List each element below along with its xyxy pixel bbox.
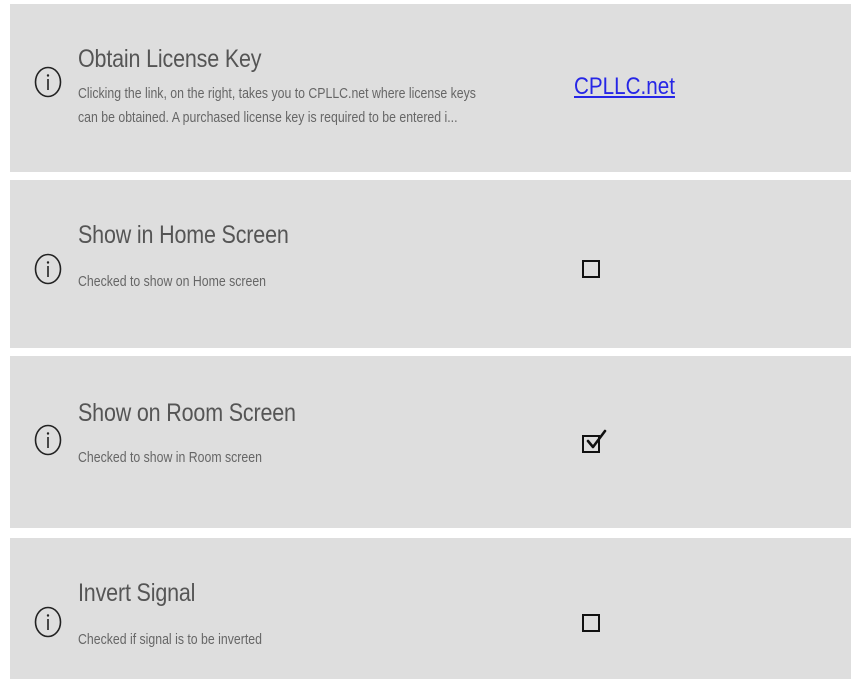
setting-row-show-room: Show on Room Screen Checked to show in R… (10, 356, 851, 528)
setting-row-license-key: Obtain License Key Clicking the link, on… (10, 4, 851, 172)
invert-signal-checkbox[interactable] (582, 614, 600, 632)
setting-text: Invert Signal Checked if signal is to be… (78, 578, 558, 652)
setting-text: Obtain License Key Clicking the link, on… (78, 44, 558, 130)
setting-description: Checked if signal is to be inverted (78, 631, 262, 648)
setting-title: Invert Signal (78, 579, 196, 607)
checkmark-icon (586, 429, 607, 449)
setting-text: Show in Home Screen Checked to show on H… (78, 220, 558, 294)
setting-title: Obtain License Key (78, 45, 262, 73)
setting-row-show-home: Show in Home Screen Checked to show on H… (10, 180, 851, 348)
setting-description-line1: Clicking the link, on the right, takes y… (78, 85, 476, 102)
info-circle-icon[interactable] (34, 66, 62, 98)
info-circle-icon[interactable] (34, 424, 62, 456)
setting-title: Show in Home Screen (78, 221, 289, 249)
cpllc-link[interactable]: CPLLC.net (574, 73, 675, 101)
setting-description: Checked to show on Home screen (78, 273, 267, 290)
show-room-checkbox[interactable] (582, 429, 607, 453)
info-circle-icon[interactable] (34, 253, 62, 285)
setting-row-invert-signal: Invert Signal Checked if signal is to be… (10, 538, 851, 679)
setting-title: Show on Room Screen (78, 399, 296, 427)
show-home-checkbox[interactable] (582, 260, 600, 278)
setting-description: Checked to show in Room screen (78, 449, 262, 466)
setting-text: Show on Room Screen Checked to show in R… (78, 398, 558, 470)
info-circle-icon[interactable] (34, 606, 62, 638)
settings-list: Obtain License Key Clicking the link, on… (0, 0, 851, 679)
setting-description-line2: can be obtained. A purchased license key… (78, 109, 458, 126)
